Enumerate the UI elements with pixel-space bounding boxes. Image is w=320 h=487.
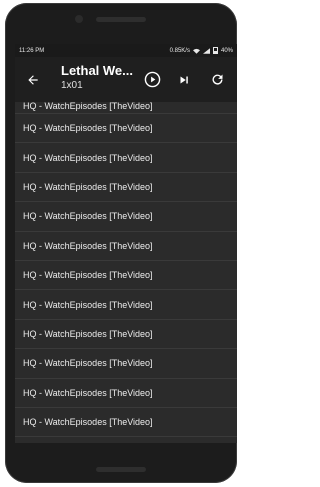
list-item[interactable]: HQ - WatchEpisodes [TheVideo]	[15, 379, 237, 408]
play-button[interactable]	[143, 71, 161, 89]
refresh-button[interactable]	[208, 71, 226, 89]
list-item-label: HQ - WatchEpisodes [TheVideo]	[23, 123, 153, 134]
list-item[interactable]: HQ - WatchEpisodes [TheVideo]	[15, 290, 237, 320]
next-episode-button[interactable]	[175, 71, 193, 89]
wifi-icon	[192, 48, 200, 54]
list-item[interactable]: HQ - WatchEpisodes [TheVideo]	[15, 320, 237, 350]
cell-signal-icon	[202, 47, 210, 54]
list-item-label: HQ - WatchEpisodes [TheVideo]	[23, 358, 153, 369]
bottom-speaker	[96, 467, 146, 472]
skip-next-icon	[180, 76, 188, 83]
list-item-label: HQ - WatchEpisodes [TheVideo]	[23, 152, 153, 163]
battery-icon	[212, 47, 218, 54]
list-item[interactable]: HQ - WatchEpisodes [TheVideo]	[15, 408, 237, 438]
page-title: Lethal We...	[61, 63, 133, 78]
status-bar: 11:26 PM 0.85K/s 40%	[15, 44, 237, 57]
refresh-icon	[212, 74, 223, 85]
list-item-label: HQ - WatchEpisodes [TheVideo]	[23, 211, 153, 222]
list-item[interactable]: HQ - WatchEpisodes [TheVideo]	[15, 101, 237, 114]
back-button[interactable]	[24, 71, 42, 89]
list-item[interactable]: HQ - WatchEpisodes [TheVideo]	[15, 173, 237, 203]
list-item[interactable]: HQ - WatchEpisodes [TheVideo]	[15, 232, 237, 261]
list-item[interactable]: HQ - WatchEpisodes [TheVideo]	[15, 114, 237, 144]
play-circle-icon	[144, 71, 160, 88]
status-time: 11:26 PM	[19, 47, 45, 54]
list-item[interactable]: HQ - WatchEpisodes [TheVideo]	[15, 202, 237, 232]
status-indicators: 0.85K/s 40%	[170, 47, 233, 54]
front-camera	[75, 15, 83, 23]
earpiece-speaker	[96, 17, 146, 22]
list-item-label: HQ - WatchEpisodes [TheVideo]	[23, 181, 153, 192]
list-item-label: HQ - WatchEpisodes [TheVideo]	[23, 240, 153, 251]
list-item[interactable]: HQ - WatchEpisodes [TheVideo]	[15, 349, 237, 379]
list-item-label: HQ - WatchEpisodes [TheVideo]	[23, 270, 153, 281]
toolbar: Lethal We... 1x01	[15, 57, 237, 102]
battery-percent: 40%	[220, 47, 233, 54]
list-item-label: HQ - WatchEpisodes [TheVideo]	[23, 417, 153, 428]
screen: 11:26 PM 0.85K/s 40% Lethal We... 1x01 H…	[15, 44, 237, 443]
list-item[interactable]: HQ - WatchEpisodes [TheVideo]	[15, 261, 237, 291]
list-item-label: HQ - WatchEpisodes [TheVideo]	[23, 387, 153, 398]
list-item-label: HQ - WatchEpisodes [TheVideo]	[23, 328, 153, 339]
list-item-label: HQ - WatchEpisodes [TheVideo]	[23, 101, 153, 111]
network-speed: 0.85K/s	[169, 47, 190, 54]
phone-frame: 11:26 PM 0.85K/s 40% Lethal We... 1x01 H…	[5, 3, 237, 483]
sources-list: HQ - WatchEpisodes [TheVideo] HQ - Watch…	[15, 101, 237, 438]
list-item-label: HQ - WatchEpisodes [TheVideo]	[23, 299, 153, 310]
arrow-left-icon	[28, 74, 38, 85]
list-item[interactable]: HQ - WatchEpisodes [TheVideo]	[15, 143, 237, 173]
title-block: Lethal We... 1x01	[61, 63, 141, 91]
episode-subtitle: 1x01	[61, 80, 83, 91]
